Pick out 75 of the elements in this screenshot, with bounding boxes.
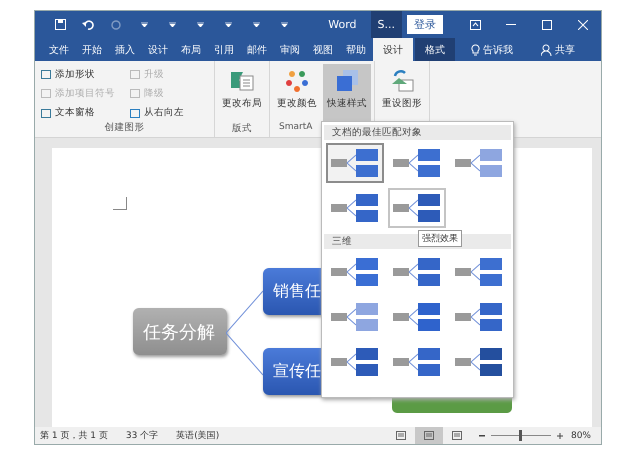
zoom-in-icon [556, 432, 563, 438]
close-icon [578, 20, 588, 30]
smartart-style-thumbnail-icon [330, 193, 380, 223]
ribbon-small-button[interactable]: 文本窗格 [38, 104, 117, 121]
gallery-section-title: 文档的最佳匹配对象 [324, 125, 511, 140]
smartart-style-thumbnail-icon [454, 148, 504, 178]
smartart-style-thumbnail-icon [454, 347, 504, 377]
context-title: S... [370, 11, 402, 38]
ribbon-small-button[interactable]: 添加形状 [38, 66, 117, 82]
smartart-style-thumbnail-icon [454, 257, 504, 287]
smartart-style-thumbnail-icon [330, 148, 380, 178]
ribbon-tab[interactable]: 审阅 [274, 38, 306, 61]
quick-access-caret-icon [196, 22, 204, 27]
person-icon [541, 44, 552, 56]
ribbon-large-button[interactable]: 重设图形 [378, 64, 426, 122]
quick-access-caret-icon [224, 22, 232, 27]
style-option[interactable] [388, 188, 446, 228]
ribbon-tab[interactable]: 设计 [142, 38, 174, 61]
group-label: 版式 [232, 123, 252, 134]
smartart-style-thumbnail-icon [392, 302, 442, 332]
quick-access-caret-icon [280, 22, 288, 27]
word-count: 33 个字 [126, 430, 158, 442]
language: 英语(美国) [176, 430, 220, 442]
smartart-style-thumbnail-icon [454, 302, 504, 332]
ribbon-tab[interactable]: 布局 [175, 38, 207, 61]
stacked-squares-icon [334, 68, 360, 94]
zoom-slider-thumb[interactable] [519, 430, 522, 441]
quick-access-caret-icon [252, 22, 260, 27]
style-option[interactable] [326, 143, 384, 183]
text-pane-icon [40, 106, 52, 119]
smartart-style-thumbnail-icon [330, 257, 380, 287]
login-button[interactable]: 登录 [407, 15, 443, 34]
smartart-style-thumbnail-icon [330, 347, 380, 377]
tooltip: 强烈效果 [418, 230, 462, 247]
smartart-style-thumbnail-icon [392, 148, 442, 178]
ribbon-tab[interactable]: 邮件 [241, 38, 273, 61]
group-label: SmartA [279, 122, 312, 132]
zoom-percent[interactable]: 80% [570, 430, 591, 440]
add-shape-icon [40, 68, 52, 80]
save-icon [54, 19, 66, 30]
tell-me-label[interactable]: 告诉我 [483, 42, 513, 56]
group-label: 创建图形 [104, 121, 146, 135]
read-mode-icon [396, 431, 406, 440]
smartart-style-thumbnail-icon [392, 193, 442, 223]
ribbon-large-button[interactable]: 快速样式 [323, 64, 371, 122]
ribbon-display-icon [470, 20, 480, 30]
quick-access-caret-icon [168, 22, 176, 27]
print-layout-icon [424, 431, 434, 440]
smartart-style-thumbnail-icon [392, 347, 442, 377]
quick-access-caret-icon [140, 22, 148, 27]
ribbon-tab[interactable]: 引用 [208, 38, 240, 61]
ribbon-tab[interactable]: 文件 [43, 38, 75, 61]
ribbon-tab[interactable]: 设计 [373, 38, 413, 61]
ribbon-tab[interactable]: 插入 [109, 38, 141, 61]
view-button[interactable] [414, 427, 443, 444]
share-label[interactable]: 共享 [555, 42, 575, 56]
palette-dots-icon [284, 68, 310, 94]
diagram-root-node: 任务分解 [133, 308, 227, 355]
ribbon-tab[interactable]: 视图 [307, 38, 339, 61]
ribbon-tab[interactable]: 格式 [415, 38, 455, 61]
ribbon-large-button[interactable]: 更改布局 [218, 64, 266, 122]
lightbulb-icon [471, 44, 480, 56]
ribbon-large-button[interactable]: 更改颜色 [273, 64, 321, 122]
window-title: Word [328, 18, 357, 31]
web-layout-icon [452, 431, 462, 440]
page-count: 第 1 页，共 1 页 [40, 430, 108, 442]
smartart-style-thumbnail-icon [330, 302, 380, 332]
smartart-style-thumbnail-icon [392, 257, 442, 287]
ribbon-tab[interactable]: 开始 [76, 38, 108, 61]
maximize-icon [542, 20, 552, 30]
ribbon-small-button[interactable]: 从右向左 [127, 104, 186, 121]
minimize-icon [506, 24, 516, 26]
ribbon-tab[interactable]: 帮助 [340, 38, 372, 61]
margin-corner-mark [113, 197, 127, 210]
undo-icon [82, 20, 94, 30]
